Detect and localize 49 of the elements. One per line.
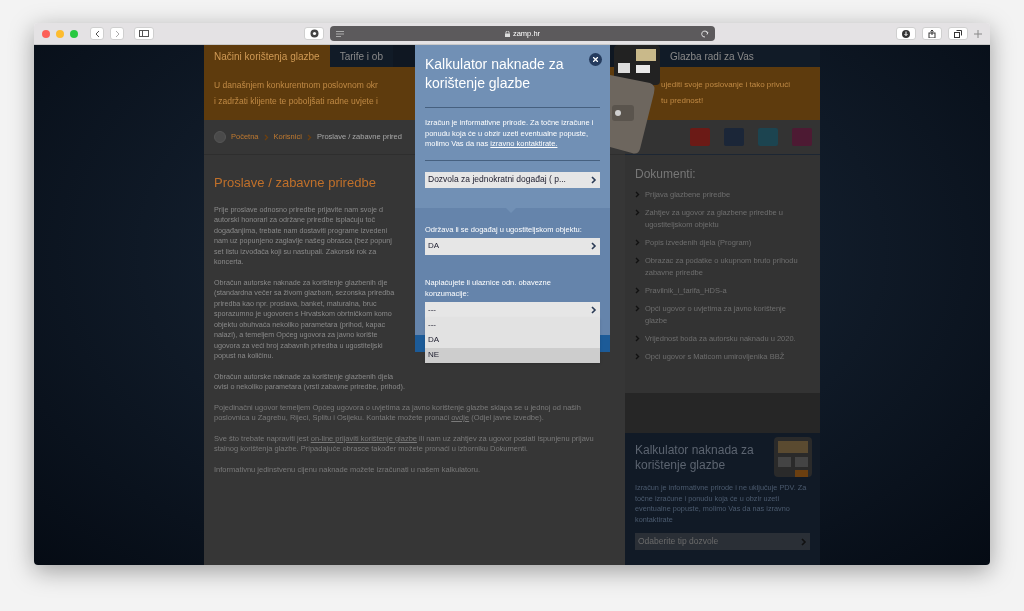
nav-tab[interactable]: Načini korištenja glazbe — [204, 45, 330, 67]
chevron-icon — [635, 191, 640, 198]
reader-icon — [336, 30, 344, 37]
forward-button[interactable] — [110, 27, 124, 40]
maximize-window-icon[interactable] — [70, 29, 78, 38]
minimize-window-icon[interactable] — [56, 29, 64, 38]
chevron-icon — [801, 537, 807, 546]
chevron-icon — [635, 209, 640, 216]
chevron-icon — [591, 242, 597, 251]
calculator-icon — [774, 437, 812, 477]
chevron-icon — [635, 335, 640, 342]
chevron-icon — [591, 175, 597, 184]
chevron-icon — [306, 133, 312, 141]
banner-text: U današnjem konkurentnom poslovnom okr — [214, 79, 378, 92]
nav-tab[interactable]: Glazba radi za Vas — [660, 45, 820, 67]
new-tab-icon[interactable] — [974, 29, 982, 38]
share-icon — [928, 29, 936, 38]
download-button[interactable] — [896, 27, 916, 40]
close-icon — [593, 57, 598, 62]
reload-icon[interactable] — [701, 29, 709, 38]
chevron-icon — [635, 305, 640, 312]
nav-tab[interactable]: Tarife i ob — [329, 45, 393, 67]
permit-select[interactable]: Dozvola za jednokratni događaj ( p... — [425, 171, 600, 188]
chevron-icon — [263, 133, 269, 141]
tickets-select[interactable]: --- — [425, 301, 600, 318]
share-button[interactable] — [922, 27, 942, 40]
extension-button[interactable] — [304, 27, 324, 40]
event-venue-select[interactable]: DA — [425, 237, 600, 255]
close-button[interactable] — [589, 53, 602, 66]
lock-icon — [504, 30, 510, 37]
download-icon — [902, 29, 910, 38]
close-window-icon[interactable] — [42, 29, 50, 38]
modal-title: Kalkulator naknade za korištenje glazbe — [425, 55, 565, 93]
chevron-icon — [591, 305, 597, 314]
calculator-title: Kalkulator naknada za korištenje glazbe — [635, 443, 755, 473]
sidebar-button[interactable] — [134, 27, 154, 40]
section-heading: Dokumenti: — [635, 166, 697, 183]
extension-icon — [309, 29, 319, 38]
banner-text: ujediti svoje poslovanje i tako privući — [661, 79, 790, 91]
banner-text: tu prednost! — [661, 95, 704, 107]
chevron-icon — [635, 353, 640, 360]
tabs-button[interactable] — [948, 27, 968, 40]
tabs-icon — [954, 29, 962, 38]
back-button[interactable] — [90, 27, 104, 40]
chevron-icon — [635, 257, 640, 264]
chevron-icon — [635, 239, 640, 246]
page-heading: Proslave / zabavne priredbe — [214, 174, 376, 192]
chevron-icon — [635, 287, 640, 294]
sidebar-icon — [139, 30, 149, 37]
